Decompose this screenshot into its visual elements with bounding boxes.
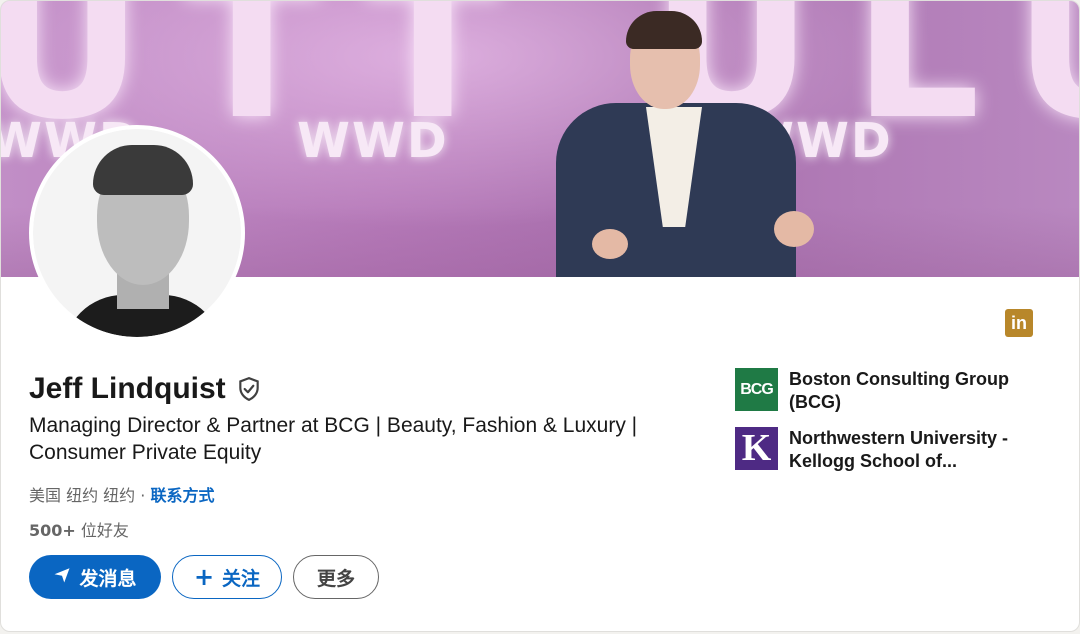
follow-button[interactable]: + 关注 — [172, 555, 282, 599]
linkedin-badge-icon[interactable]: in — [1005, 309, 1033, 337]
plus-icon: + — [193, 563, 215, 591]
location-text: 美国 纽约 纽约 · — [29, 486, 151, 505]
connections-count: 500+ — [29, 521, 76, 540]
bcg-logo-icon: BCG — [735, 368, 778, 411]
follow-button-label: 关注 — [222, 567, 261, 590]
connections-row[interactable]: 500+ 位好友 — [29, 517, 129, 541]
org-name-bcg: Boston Consulting Group (BCG) — [789, 369, 1009, 412]
org-name-kellogg: Northwestern University - Kellogg School… — [789, 428, 1009, 471]
banner-logo-center: WWD — [297, 113, 449, 169]
connections-label: 位好友 — [75, 521, 129, 540]
avatar-photo — [33, 129, 241, 337]
presenter-hand-left — [592, 229, 628, 259]
contact-info-link[interactable]: 联系方式 — [150, 486, 214, 505]
presenter-hair — [626, 11, 702, 49]
presenter-hand-right — [774, 211, 814, 247]
org-item-kellogg[interactable]: K Northwestern University - Kellogg Scho… — [735, 427, 1059, 473]
profile-card: UTT ULU WWD WWD WWD in Jeff Lindquist Ma… — [0, 0, 1080, 632]
message-button[interactable]: 发消息 — [29, 555, 161, 599]
avatar[interactable] — [29, 125, 245, 341]
profile-name: Jeff Lindquist — [29, 372, 226, 405]
org-item-bcg[interactable]: BCG Boston Consulting Group (BCG) — [735, 368, 1059, 414]
location-row: 美国 纽约 纽约 · 联系方式 — [29, 482, 214, 506]
more-button[interactable]: 更多 — [293, 555, 379, 599]
banner-presenter — [546, 11, 826, 277]
kellogg-logo-icon: K — [735, 427, 778, 470]
more-button-label: 更多 — [316, 567, 355, 590]
avatar-hair — [93, 145, 193, 195]
send-icon — [53, 566, 71, 589]
name-row: Jeff Lindquist — [29, 369, 262, 409]
message-button-label: 发消息 — [79, 567, 137, 590]
profile-headline: Managing Director & Partner at BCG | Bea… — [29, 414, 638, 464]
verified-shield-icon[interactable] — [236, 376, 262, 402]
